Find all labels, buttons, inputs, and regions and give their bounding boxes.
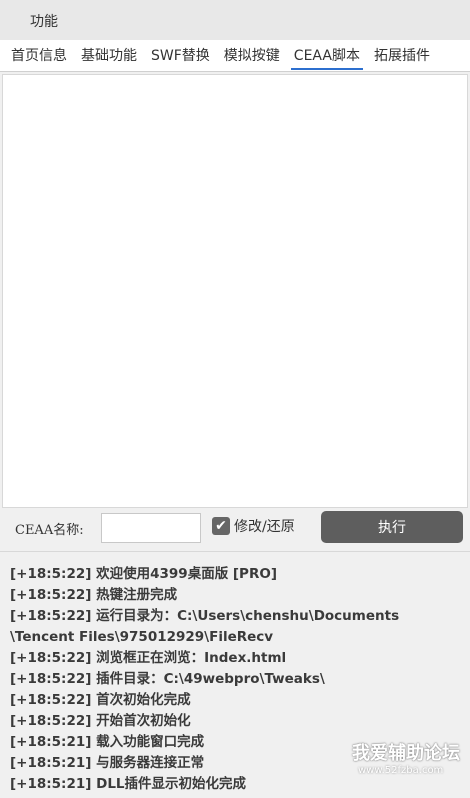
- modify-restore-checkbox[interactable]: ✔ 修改/还原: [212, 516, 295, 536]
- log-line: [+18:5:21] DLL插件显示初始化完成: [10, 776, 247, 792]
- log-line: [+18:5:22] 运行目录为：C:\Users\chenshu\Docume…: [10, 608, 400, 624]
- log-line: [+18:5:22] 浏览框正在浏览：Index.html: [10, 650, 287, 666]
- log-line: [+18:5:22] 开始首次初始化: [10, 713, 191, 729]
- check-icon[interactable]: ✔: [212, 517, 230, 535]
- log-line: [+18:5:22] 插件目录：C:\49webpro\Tweaks\: [10, 671, 325, 687]
- tab-simulate-keys[interactable]: 模拟按键: [217, 40, 287, 72]
- tab-basic-functions[interactable]: 基础功能: [74, 40, 144, 72]
- ceaa-name-input[interactable]: [101, 513, 201, 543]
- modify-restore-label: 修改/还原: [234, 519, 295, 535]
- tab-home-info[interactable]: 首页信息: [4, 40, 74, 72]
- log-line: [+18:5:22] 首次初始化完成: [10, 692, 191, 708]
- execute-button[interactable]: 执行: [321, 511, 463, 543]
- watermark-url: www.52fzba.com: [358, 765, 444, 776]
- tab-swf-replace[interactable]: SWF替换: [144, 40, 217, 72]
- log-line: [+18:5:22] 热键注册完成: [10, 587, 178, 603]
- ceaa-form-row: CEAA名称: ✔ 修改/还原 执行: [0, 510, 470, 548]
- title-bar: 功能: [0, 0, 470, 40]
- script-content-area[interactable]: [2, 74, 468, 508]
- tab-extension-plugins[interactable]: 拓展插件: [367, 40, 437, 72]
- tab-ceaa-script[interactable]: CEAA脚本: [287, 40, 367, 72]
- watermark: 我爱辅助论坛 www.52fzba.com: [352, 739, 460, 776]
- watermark-text: 我爱辅助论坛: [352, 743, 460, 764]
- ceaa-name-label: CEAA名称:: [15, 523, 84, 538]
- tab-bar: 首页信息 基础功能 SWF替换 模拟按键 CEAA脚本 拓展插件: [0, 40, 470, 72]
- log-line: \Tencent Files\975012929\FileRecv: [10, 629, 274, 645]
- window-title: 功能: [30, 14, 58, 30]
- log-line: [+18:5:22] 欢迎使用4399桌面版 [PRO]: [10, 566, 277, 582]
